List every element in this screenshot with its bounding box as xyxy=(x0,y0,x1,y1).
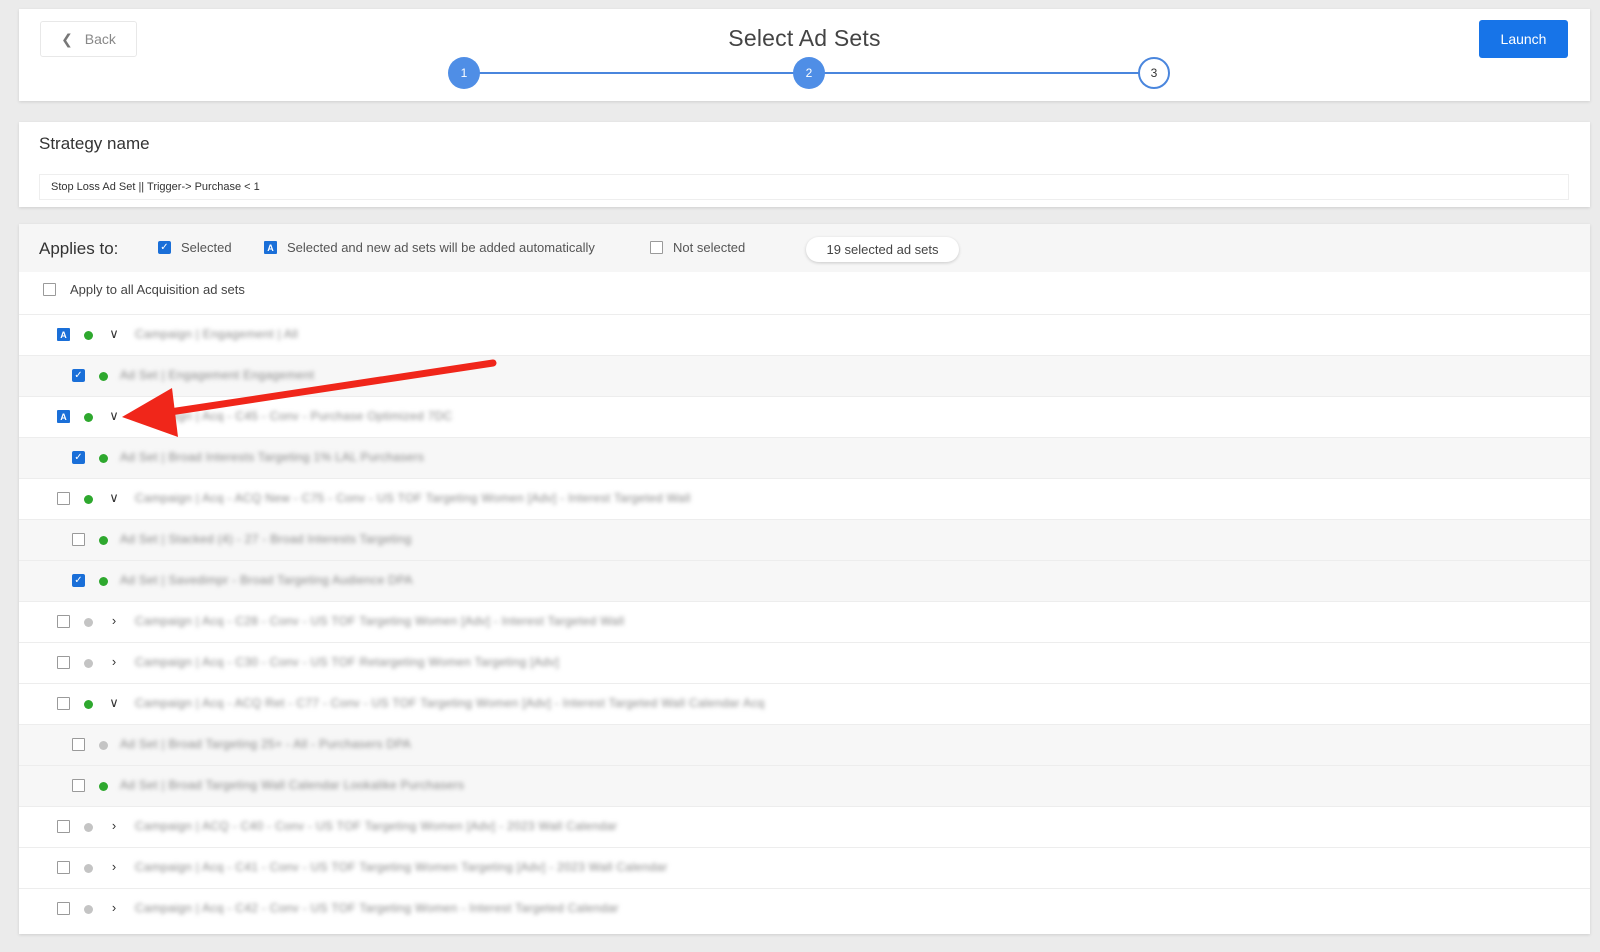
campaign-row[interactable]: A ∨ Campaign | Engagement | All xyxy=(19,314,1590,355)
chevron-down-icon[interactable]: ∨ xyxy=(107,408,121,424)
campaign-name: Campaign | Acq - ACQ New - C75 - Conv - … xyxy=(135,491,691,505)
campaign-name: Campaign | Acq - C28 - Conv - US TOF Tar… xyxy=(135,614,625,628)
step-1[interactable]: 1 xyxy=(448,57,480,89)
adset-row[interactable]: ✓ Ad Set | Savedimpr - Broad Targeting Au… xyxy=(19,560,1590,601)
chevron-right-icon[interactable]: › xyxy=(107,859,121,874)
campaign-name: Campaign | Acq - C42 - Conv - US TOF Tar… xyxy=(135,901,619,915)
unchecked-checkbox[interactable] xyxy=(57,615,70,628)
apply-all-checkbox[interactable] xyxy=(43,283,56,296)
adset-name: Ad Set | Broad Targeting Wall Calendar L… xyxy=(120,778,465,792)
status-inactive-dot xyxy=(84,823,93,832)
selected-count-badge[interactable]: 19 selected ad sets xyxy=(806,237,959,262)
chevron-down-icon[interactable]: ∨ xyxy=(107,326,121,342)
status-active-dot xyxy=(99,372,108,381)
adset-name: Ad Set | Broad Interests Targeting 1% LA… xyxy=(120,450,425,464)
adset-name: Ad Set | Savedimpr - Broad Targeting Aud… xyxy=(120,573,413,587)
status-active-dot xyxy=(99,454,108,463)
campaign-name: Campaign | Acq - C41 - Conv - US TOF Tar… xyxy=(135,860,668,874)
campaign-name: Campaign | ACQ - C40 - Conv - US TOF Tar… xyxy=(135,819,618,833)
legend-not-selected-label: Not selected xyxy=(673,240,746,255)
adset-row[interactable]: Ad Set | Broad Targeting Wall Calendar L… xyxy=(19,765,1590,806)
legend-selected-label: Selected xyxy=(181,240,232,255)
checked-checkbox[interactable]: ✓ xyxy=(72,369,85,382)
campaign-row[interactable]: › Campaign | Acq - C30 - Conv - US TOF Re… xyxy=(19,642,1590,683)
chevron-down-icon[interactable]: ∨ xyxy=(107,490,121,506)
adset-row[interactable]: ✓ Ad Set | Broad Interests Targeting 1% L… xyxy=(19,437,1590,478)
page-title: Select Ad Sets xyxy=(728,25,881,51)
adset-row[interactable]: Ad Set | Stacked (4) - 27 - Broad Intere… xyxy=(19,519,1590,560)
status-active-dot xyxy=(84,331,93,340)
status-inactive-dot xyxy=(84,864,93,873)
campaign-name: Campaign | Acq - C45 - Conv - Purchase O… xyxy=(135,409,453,423)
campaign-row[interactable]: › Campaign | Acq - C28 - Conv - US TOF Ta… xyxy=(19,601,1590,642)
chevron-right-icon[interactable]: › xyxy=(107,900,121,915)
status-active-dot xyxy=(99,536,108,545)
legend-selected: ✓ Selected xyxy=(158,240,232,255)
campaign-row[interactable]: › Campaign | Acq - C42 - Conv - US TOF Ta… xyxy=(19,888,1590,929)
checked-checkbox[interactable]: ✓ xyxy=(72,451,85,464)
legend-auto: A Selected and new ad sets will be added… xyxy=(264,240,595,255)
adset-list: A ∨ Campaign | Engagement | All ✓ Ad Set | E… xyxy=(19,314,1590,929)
applies-card: Applies to: ✓ Selected A Selected and ne… xyxy=(19,224,1590,934)
unchecked-checkbox[interactable] xyxy=(57,697,70,710)
apply-all-row[interactable]: Apply to all Acquisition ad sets xyxy=(43,282,245,297)
legend-not-selected: Not selected xyxy=(650,240,745,255)
status-inactive-dot xyxy=(84,618,93,627)
campaign-name: Campaign | Engagement | All xyxy=(135,327,299,341)
unchecked-checkbox[interactable] xyxy=(72,533,85,546)
auto-select-checkbox[interactable]: A xyxy=(57,328,70,341)
header-card: ❮ Back Select Ad Sets Launch 1 2 3 xyxy=(19,9,1590,101)
unchecked-checkbox[interactable] xyxy=(72,779,85,792)
checkbox-checked-icon: ✓ xyxy=(158,241,171,254)
status-inactive-dot xyxy=(84,905,93,914)
status-active-dot xyxy=(99,577,108,586)
chevron-down-icon[interactable]: ∨ xyxy=(107,695,121,711)
campaign-name: Campaign | Acq - C30 - Conv - US TOF Ret… xyxy=(135,655,560,669)
checkbox-empty-icon xyxy=(650,241,663,254)
strategy-name-input[interactable]: Stop Loss Ad Set || Trigger-> Purchase <… xyxy=(39,174,1569,200)
applies-header: Applies to: ✓ Selected A Selected and ne… xyxy=(19,224,1590,272)
strategy-card: Strategy name Stop Loss Ad Set || Trigge… xyxy=(19,122,1590,207)
apply-all-label: Apply to all Acquisition ad sets xyxy=(70,282,245,297)
unchecked-checkbox[interactable] xyxy=(57,820,70,833)
unchecked-checkbox[interactable] xyxy=(57,861,70,874)
status-active-dot xyxy=(99,782,108,791)
adset-row[interactable]: ✓ Ad Set | Engagement Engagement xyxy=(19,355,1590,396)
auto-select-checkbox[interactable]: A xyxy=(57,410,70,423)
checkbox-auto-icon: A xyxy=(264,241,277,254)
adset-row[interactable]: Ad Set | Broad Targeting 25+ - All - Pur… xyxy=(19,724,1590,765)
campaign-row[interactable]: › Campaign | Acq - C41 - Conv - US TOF Ta… xyxy=(19,847,1590,888)
step-2[interactable]: 2 xyxy=(793,57,825,89)
adset-name: Ad Set | Engagement Engagement xyxy=(120,368,315,382)
chevron-right-icon[interactable]: › xyxy=(107,818,121,833)
adset-name: Ad Set | Stacked (4) - 27 - Broad Intere… xyxy=(120,532,412,546)
campaign-row[interactable]: ∨ Campaign | Acq - ACQ New - C75 - Conv -… xyxy=(19,478,1590,519)
unchecked-checkbox[interactable] xyxy=(72,738,85,751)
step-3[interactable]: 3 xyxy=(1138,57,1170,89)
status-inactive-dot xyxy=(84,659,93,668)
strategy-label: Strategy name xyxy=(39,134,150,153)
status-active-dot xyxy=(84,700,93,709)
campaign-row[interactable]: A ∨ Campaign | Acq - C45 - Conv - Purchase… xyxy=(19,396,1590,437)
status-active-dot xyxy=(84,413,93,422)
campaign-row[interactable]: ∨ Campaign | Acq - ACQ Ret - C77 - Conv -… xyxy=(19,683,1590,724)
status-active-dot xyxy=(84,495,93,504)
legend-auto-label: Selected and new ad sets will be added a… xyxy=(287,240,595,255)
adset-name: Ad Set | Broad Targeting 25+ - All - Pur… xyxy=(120,737,412,751)
applies-label: Applies to: xyxy=(39,239,119,258)
launch-button[interactable]: Launch xyxy=(1479,20,1568,58)
unchecked-checkbox[interactable] xyxy=(57,656,70,669)
campaign-name: Campaign | Acq - ACQ Ret - C77 - Conv - … xyxy=(135,696,765,710)
status-inactive-dot xyxy=(99,741,108,750)
chevron-right-icon[interactable]: › xyxy=(107,613,121,628)
chevron-right-icon[interactable]: › xyxy=(107,654,121,669)
unchecked-checkbox[interactable] xyxy=(57,902,70,915)
checked-checkbox[interactable]: ✓ xyxy=(72,574,85,587)
unchecked-checkbox[interactable] xyxy=(57,492,70,505)
campaign-row[interactable]: › Campaign | ACQ - C40 - Conv - US TOF Ta… xyxy=(19,806,1590,847)
